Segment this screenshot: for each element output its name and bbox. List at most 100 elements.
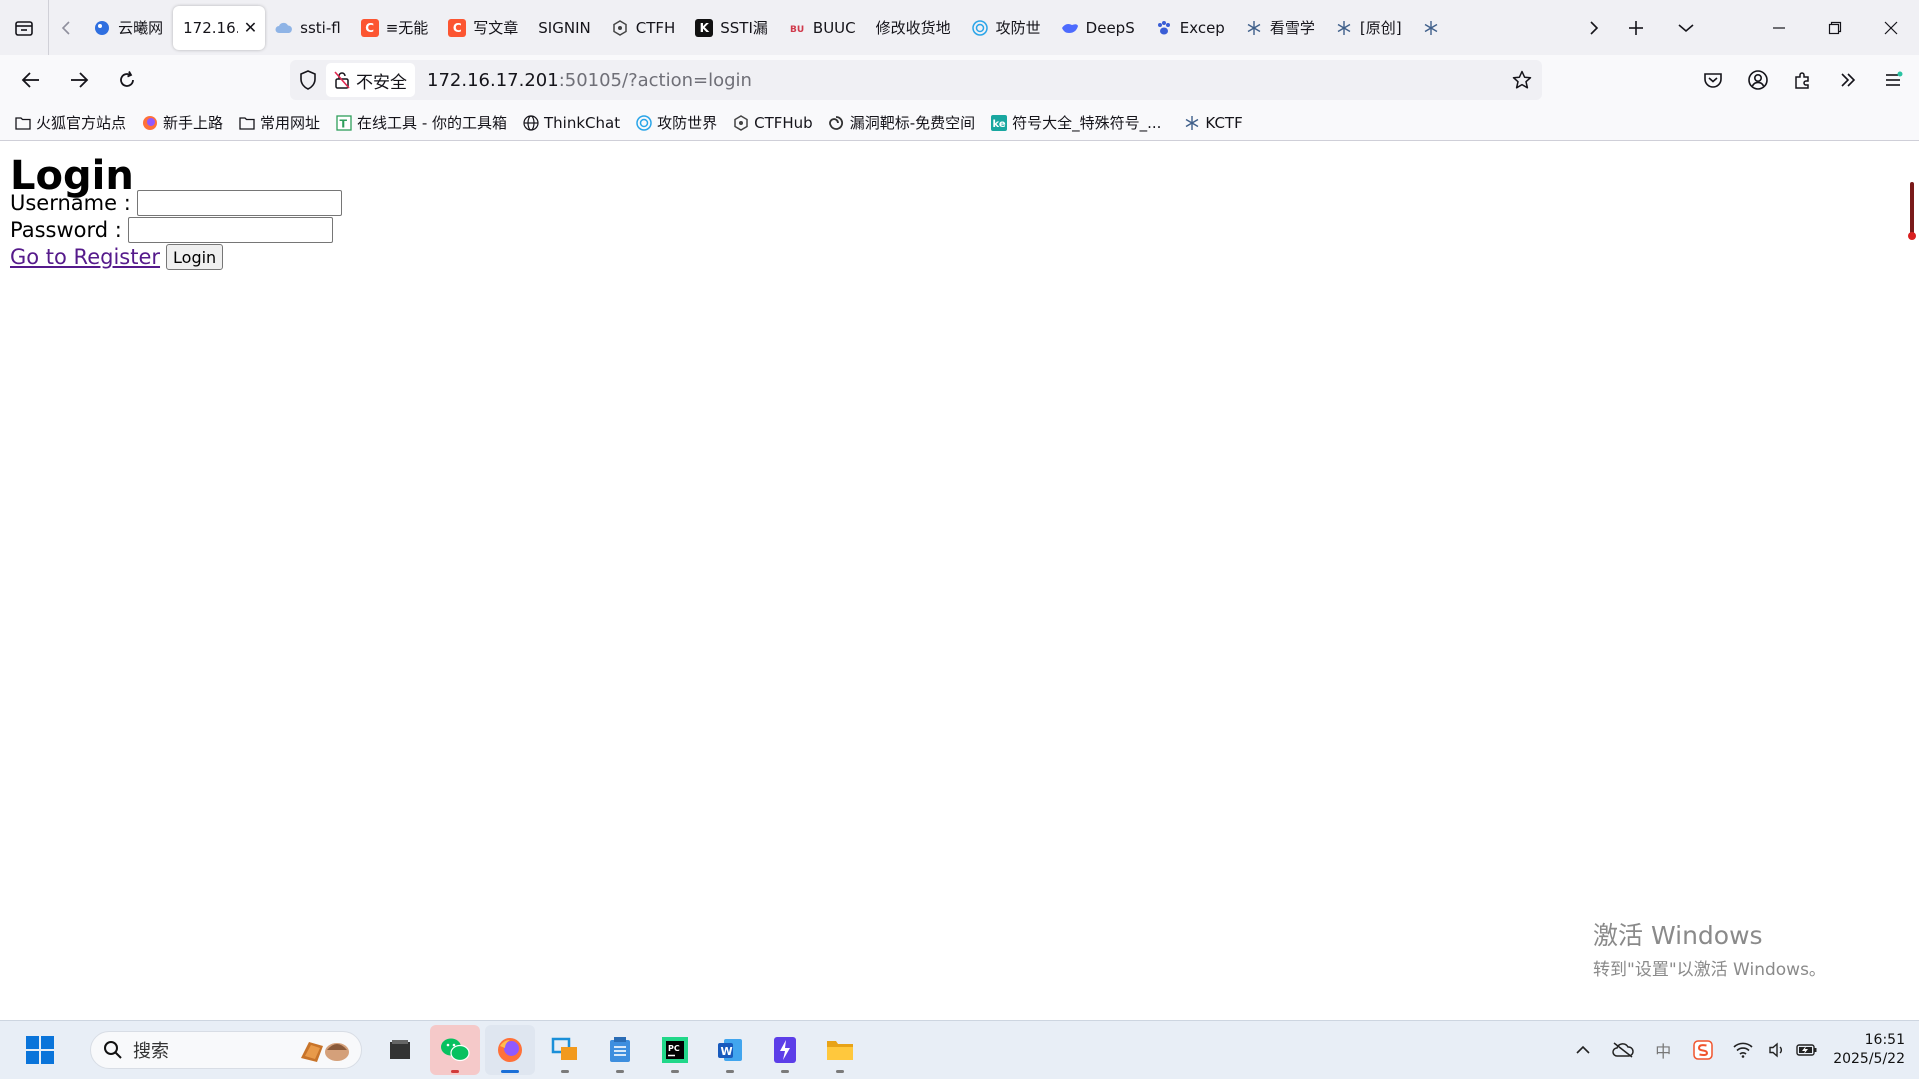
tab-close-icon[interactable]: ✕ [244,18,257,37]
bookmark-item[interactable]: KCTF [1183,114,1243,132]
bookmark-item[interactable]: 常用网址 [238,112,320,133]
account-button[interactable] [1735,60,1780,100]
tab[interactable]: 看雪学 [1235,6,1325,50]
bookmark-label: 火狐官方站点 [36,114,127,132]
chevron-left-icon [62,20,70,35]
url-path: :50105/?action=login [558,69,752,91]
bookmark-label: 常用网址 [260,114,321,132]
file-viewer-icon [387,1037,413,1063]
bookmark-item[interactable]: CTFHub [732,114,813,132]
back-button[interactable] [8,60,53,100]
taskbar-remote-desktop-button[interactable] [540,1025,590,1075]
taskbar-firefox-button[interactable] [485,1025,535,1075]
show-hidden-icons-button[interactable] [1563,1045,1603,1055]
tab-active[interactable]: 172.16. ✕ [173,5,266,50]
word-icon: W [716,1036,744,1064]
ime-indicator[interactable]: 中 [1643,1038,1683,1062]
tab[interactable]: DeepS [1051,6,1145,50]
tab[interactable] [1412,6,1457,50]
reload-button[interactable] [104,60,149,100]
clock-date: 2025/5/22 [1833,1051,1905,1067]
extensions-button[interactable] [1780,60,1825,100]
taskbar-file-explorer-button[interactable] [815,1025,865,1075]
tab[interactable]: SIGNIN [528,6,600,50]
bookmark-item[interactable]: 漏洞靶标-免费空间 [828,112,975,133]
watermark-subtitle: 转到"设置"以激活 Windows。 [1593,960,1826,980]
bookmark-item[interactable]: 火狐官方站点 [14,112,126,133]
login-button[interactable]: Login [166,244,224,270]
tab[interactable]: 云曦网 [83,6,173,50]
battery-button[interactable] [1791,1043,1823,1057]
app-menu-button[interactable] [1870,60,1915,100]
close-icon [1884,21,1898,34]
bookmark-item[interactable]: 攻防世界 [635,112,717,133]
tab-title: 攻防世 [995,19,1041,37]
bookmark-item[interactable]: T 在线工具 - 你的工具箱 [335,112,507,133]
running-indicator [781,1070,789,1073]
new-tab-button[interactable] [1611,0,1661,55]
firefox-view-button[interactable] [0,0,50,55]
tab[interactable]: [原创] [1325,6,1412,50]
bookmark-item[interactable]: ThinkChat [522,114,620,132]
tab[interactable]: 修改收货地 [866,6,961,50]
windows-activation-watermark: 激活 Windows 转到"设置"以激活 Windows。 [1593,916,1826,980]
tracking-protection-button[interactable] [290,60,326,100]
tab[interactable]: C 写文章 [438,6,528,50]
tab[interactable]: C ≡无能 [351,6,439,50]
tab-scroll-left-button[interactable] [49,0,83,55]
search-placeholder: 搜索 [133,1041,169,1062]
svg-text:T: T [339,117,347,130]
password-input[interactable] [127,217,333,243]
globe-icon [522,114,539,131]
tab[interactable]: 攻防世 [961,6,1051,50]
taskbar-wechat-button[interactable] [430,1025,480,1075]
bookmark-label: ThinkChat [544,113,621,132]
tab[interactable]: BU BUUC [778,6,866,50]
url-bar[interactable]: 不安全 172.16.17.201:50105/?action=login [290,60,1542,100]
onedrive-button[interactable] [1603,1042,1643,1058]
tab-title: SSTI漏 [720,19,768,37]
taskbar-file-viewer-button[interactable] [375,1025,425,1075]
bookmark-label: 在线工具 - 你的工具箱 [357,114,507,132]
site-security-indicator[interactable]: 不安全 [326,63,415,97]
bookmark-star-button[interactable] [1502,70,1542,90]
username-input[interactable] [136,190,342,216]
taskbar-pycharm-button[interactable]: PC [650,1025,700,1075]
list-all-tabs-button[interactable] [1661,0,1711,55]
bookmark-item[interactable]: 新手上路 [141,112,223,133]
tab-favicon-icon: K [695,18,714,37]
taskbar-word-button[interactable]: W [705,1025,755,1075]
unlocked-lock-icon [334,71,350,89]
register-link[interactable]: Go to Register [10,245,160,269]
tab[interactable]: Excep [1145,6,1235,50]
notepad-icon [608,1036,632,1064]
file-explorer-icon [826,1038,854,1062]
close-window-button[interactable] [1863,0,1919,55]
tab-scroll-right-button[interactable] [1577,0,1611,55]
pocket-button[interactable] [1690,60,1735,100]
taskbar-terminal-button[interactable] [760,1025,810,1075]
tab[interactable]: K SSTI漏 [685,6,778,50]
taskbar-clock[interactable]: 16:51 2025/5/22 [1833,1031,1905,1069]
tab[interactable]: CTFH [601,6,686,50]
running-indicator [836,1070,844,1073]
svg-text:BU: BU [790,25,804,35]
pocket-icon [1703,73,1722,88]
volume-button[interactable] [1763,1042,1791,1058]
wifi-button[interactable] [1723,1042,1763,1058]
sogou-ime-button[interactable] [1683,1040,1723,1060]
tab[interactable]: ssti-fl [265,6,351,50]
account-icon [1747,70,1768,90]
url-text[interactable]: 172.16.17.201:50105/?action=login [427,70,752,91]
forward-button[interactable] [56,60,101,100]
minimize-button[interactable] [1751,0,1807,55]
bookmark-item[interactable]: ke 符号大全_特殊符号_... [990,112,1161,133]
taskbar-search[interactable]: 搜索 [90,1031,362,1069]
running-indicator [726,1070,734,1073]
start-button[interactable] [20,1030,60,1070]
taskbar-notepad-button[interactable] [595,1025,645,1075]
overflow-menu-button[interactable] [1825,60,1870,100]
restore-button[interactable] [1807,0,1863,55]
tab-title: Excep [1179,18,1225,37]
firefox-icon [496,1036,524,1064]
